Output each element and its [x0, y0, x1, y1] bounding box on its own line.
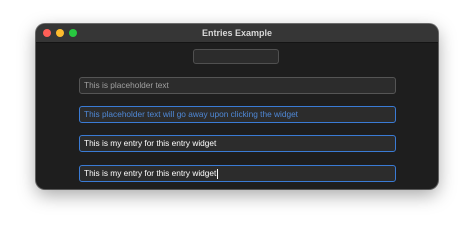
entry-widget-2-text: This is my entry for this entry widget: [84, 168, 217, 178]
placeholder-entry-text: This is placeholder text: [84, 80, 169, 90]
window-title: Entries Example: [201, 28, 273, 38]
title-bar[interactable]: Entries Example: [36, 24, 438, 43]
entry-widget-1[interactable]: This is my entry for this entry widget: [79, 135, 396, 152]
placeholder-entry[interactable]: This is placeholder text: [79, 77, 396, 94]
highlighted-placeholder-text: This placeholder text will go away upon …: [84, 109, 298, 119]
highlighted-placeholder-entry[interactable]: This placeholder text will go away upon …: [79, 106, 396, 123]
entry-widget-2[interactable]: This is my entry for this entry widget: [79, 165, 396, 182]
app-window: Entries Example This is placeholder text…: [36, 24, 438, 189]
entry-widget-1-text: This is my entry for this entry widget: [84, 138, 217, 148]
empty-entry[interactable]: [193, 49, 279, 64]
text-caret: [216, 168, 218, 179]
